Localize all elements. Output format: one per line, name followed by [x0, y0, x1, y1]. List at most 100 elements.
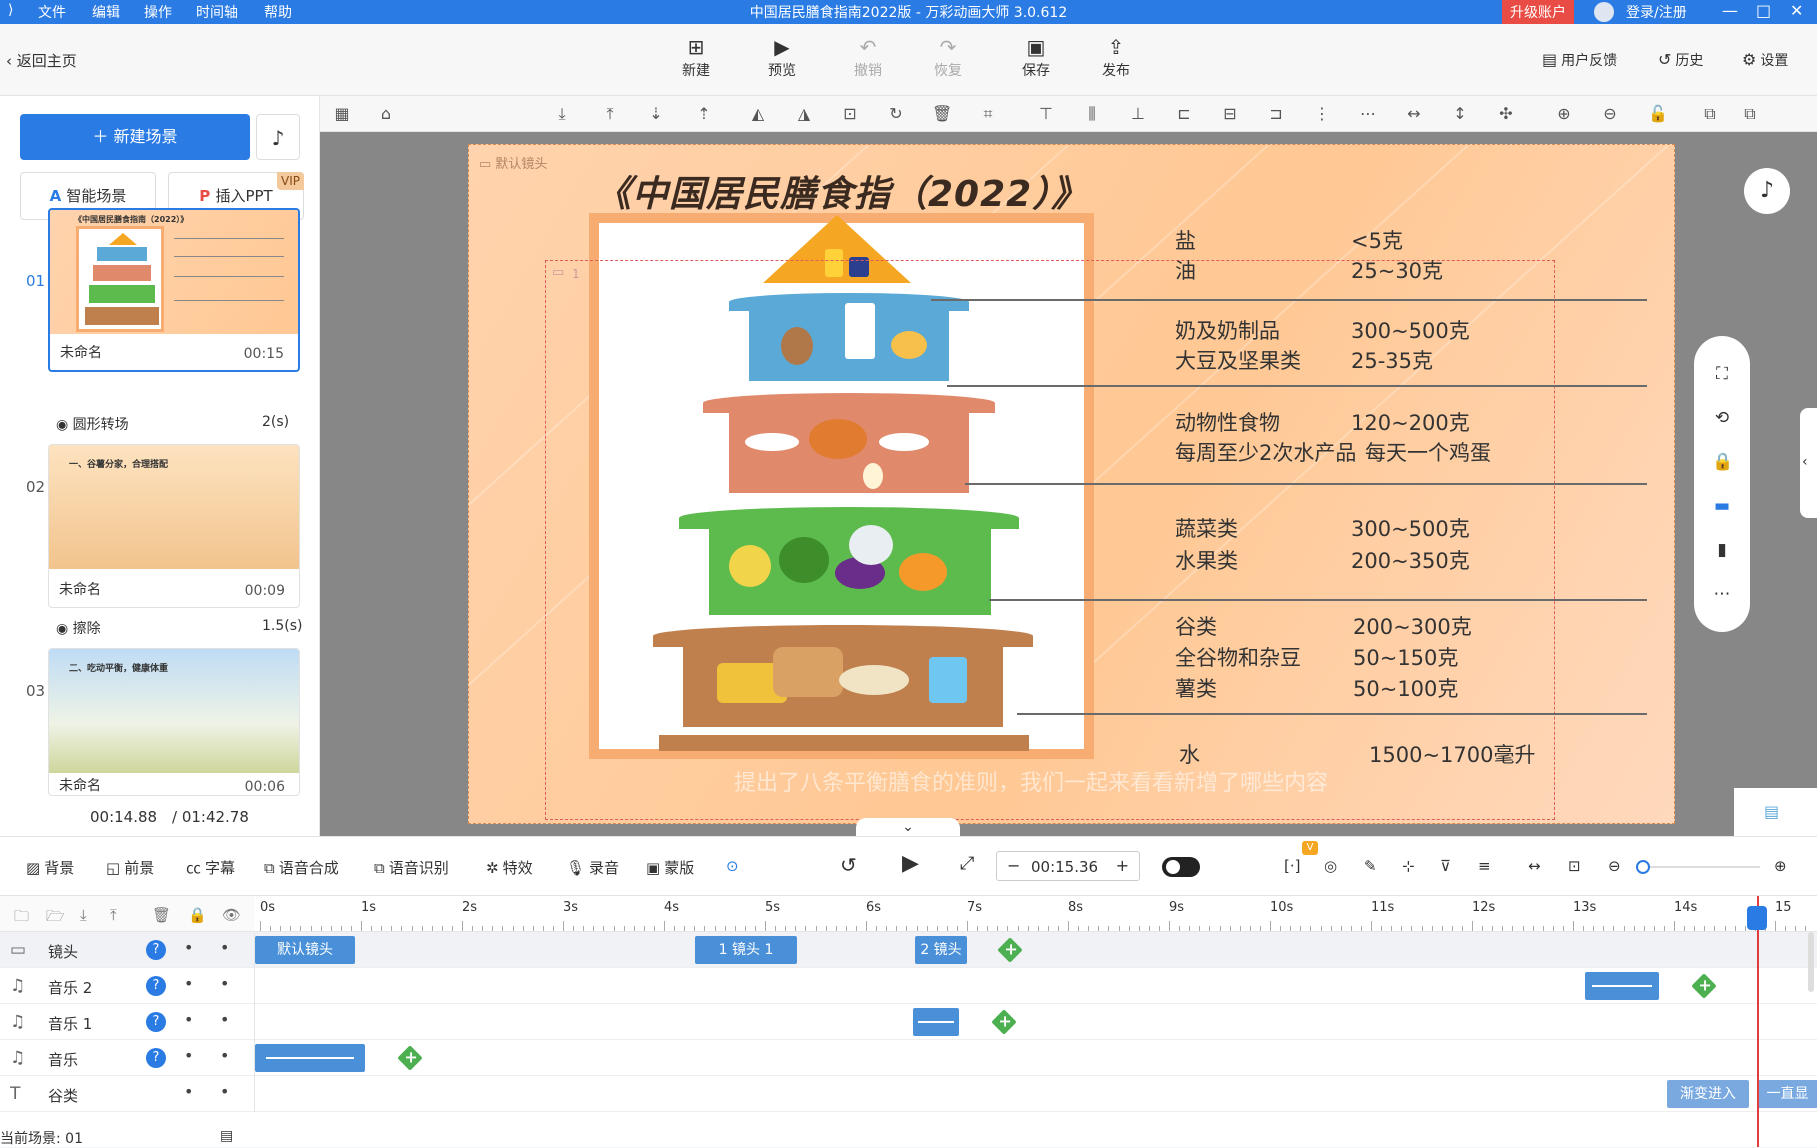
scene-card-01[interactable]: 《中国居民膳食指南（2022）》 未命名 00:15 — [48, 208, 300, 372]
scene-card-02[interactable]: 一、谷薯分家，合理搭配 未命名 00:09 — [48, 444, 300, 608]
track-camera[interactable]: ▭ 镜头 ? • • 默认镜头 1 镜头 1 2 镜头 — [0, 932, 1817, 968]
unlock-icon[interactable]: 🔓 — [1648, 104, 1668, 124]
same-width-icon[interactable]: ↔ — [1404, 104, 1424, 124]
crop-icon[interactable]: ⌗ — [978, 104, 998, 124]
ratio-icon[interactable]: ⊡ — [1568, 857, 1581, 875]
fit-timeline-icon[interactable]: ↔ — [1528, 857, 1541, 875]
track-lane[interactable] — [254, 968, 1817, 1004]
audio-clip[interactable] — [1585, 972, 1659, 1000]
audio-clip[interactable] — [913, 1008, 959, 1036]
move-up-icon[interactable]: ⤒ — [110, 906, 117, 924]
track-music-2[interactable]: ♫ 音乐 2 ? • • — [0, 968, 1817, 1004]
delete-icon[interactable]: 🗑 — [932, 104, 952, 124]
guide-value[interactable]: 200~300克 — [1353, 611, 1472, 641]
back-home-link[interactable]: ‹ 返回主页 — [6, 50, 77, 71]
minimize-icon[interactable]: — — [1722, 1, 1738, 20]
speech-recognition-button[interactable]: ⧉ 语音识别 — [374, 857, 449, 878]
zoom-out-icon[interactable]: ⊖ — [1600, 104, 1620, 124]
feedback-button[interactable]: ▤ 用户反馈 — [1542, 50, 1617, 70]
scene-canvas[interactable]: ▭ 默认镜头 《中国居民膳食指（2022）》 ▭ 1 盐 <5克 油 25~30… — [468, 144, 1675, 824]
lock-icon[interactable]: 🔒 — [1712, 452, 1733, 472]
track-music[interactable]: ♫ 音乐 ? • • — [0, 1040, 1817, 1076]
mask-button[interactable]: ▣ 蒙版 — [646, 857, 694, 878]
edit-icon[interactable]: ✎ — [1364, 857, 1377, 875]
subtitle-text[interactable]: 提出了八条平衡膳食的准则，我们一起来看看新增了哪些内容 — [734, 765, 1328, 797]
close-icon[interactable]: ✕ — [1790, 1, 1803, 20]
camera-clip[interactable]: 2 镜头 — [915, 936, 967, 964]
zoom-slider[interactable] — [1640, 866, 1760, 868]
background-button[interactable]: ▨ 背景 — [26, 857, 74, 878]
collapse-timeline-button[interactable]: ⌄ — [856, 818, 960, 836]
track-text-grains[interactable]: T 谷类 • • 渐变进入 一直显 — [0, 1076, 1817, 1112]
preview-button[interactable]: ▶ 预览 — [754, 34, 810, 80]
eye-icon[interactable]: 👁 — [222, 906, 241, 924]
visibility-dot[interactable]: • — [184, 1010, 193, 1029]
add-keyframe-button[interactable] — [1691, 973, 1717, 999]
minimap-button[interactable]: ▤ — [1734, 788, 1817, 836]
add-keyframe-button[interactable] — [397, 1045, 423, 1071]
animation-clip[interactable]: 一直显 — [1757, 1080, 1817, 1108]
same-size-icon[interactable]: ✣ — [1496, 104, 1516, 124]
guide-value[interactable]: 300~500克 — [1351, 315, 1470, 345]
guide-value[interactable]: 每天一个鸡蛋 — [1365, 437, 1491, 467]
login-link[interactable]: 登录/注册 — [1626, 2, 1687, 22]
replay-icon[interactable]: ↺ — [840, 853, 857, 877]
help-icon[interactable]: ? — [146, 1048, 166, 1068]
subtitle-button[interactable]: ㏄字幕 — [186, 857, 235, 878]
effects-button[interactable]: ✲ 特效 — [486, 857, 533, 878]
align-middle-icon[interactable]: ⫼ — [1082, 104, 1102, 124]
transition-item[interactable]: ◉ 擦除 1.5(s) — [56, 618, 302, 638]
lock-dot[interactable]: • — [220, 974, 229, 993]
lock-icon[interactable]: 🔒 — [188, 906, 207, 924]
zoom-in-icon[interactable]: ⊕ — [1774, 857, 1787, 875]
history-button[interactable]: ↺ 历史 — [1658, 50, 1703, 70]
maximize-icon[interactable]: □ — [1756, 1, 1771, 20]
format-painter-icon[interactable]: ▦ — [332, 104, 352, 124]
guide-name[interactable]: 盐 — [1175, 225, 1196, 255]
scene-list-icon[interactable]: ▤ — [220, 1128, 233, 1144]
help-icon[interactable]: ? — [146, 1012, 166, 1032]
plus-icon[interactable]: + — [1116, 856, 1129, 875]
rotate-icon[interactable]: ↻ — [886, 104, 906, 124]
guide-name[interactable]: 蔬菜类 — [1175, 513, 1238, 543]
lock-dot[interactable]: • — [220, 1082, 229, 1101]
fit-screen-icon[interactable]: ⛶ — [1712, 364, 1732, 384]
avatar[interactable] — [1594, 2, 1614, 22]
vertical-scrollbar[interactable] — [1808, 932, 1814, 992]
settings-button[interactable]: ⚙ 设置 — [1742, 50, 1788, 70]
lock-dot[interactable]: • — [220, 1010, 229, 1029]
lock-dot[interactable]: • — [220, 938, 229, 957]
undo-button[interactable]: ↶ 撤销 — [840, 34, 896, 80]
home-icon[interactable]: ⌂ — [376, 104, 396, 124]
guide-value[interactable]: 200~350克 — [1351, 545, 1470, 575]
portrait-icon[interactable]: ▮ — [1712, 540, 1732, 560]
landscape-icon[interactable]: ▬ — [1712, 496, 1732, 516]
redo-button[interactable]: ↷ 恢复 — [920, 34, 976, 80]
paste-icon[interactable]: ⧉ — [1740, 104, 1760, 124]
guide-value[interactable]: 25~30克 — [1351, 255, 1443, 285]
track-lane[interactable] — [254, 1004, 1817, 1040]
zoom-in-icon[interactable]: ⊕ — [1554, 104, 1574, 124]
guide-name[interactable]: 全谷物和杂豆 — [1175, 642, 1301, 672]
guide-name[interactable]: 奶及奶制品 — [1175, 315, 1280, 345]
track-lane[interactable]: 默认镜头 1 镜头 1 2 镜头 — [254, 932, 1817, 968]
time-ruler[interactable]: 0s 1s 2s 3s 4s 5s 6s 7s 8s 9s 10s 11s 12s 13s 14s 15 — [254, 896, 1817, 932]
distribute-v-icon[interactable]: ⋯ — [1358, 104, 1378, 124]
help-icon[interactable]: ? — [146, 940, 166, 960]
guide-value[interactable]: <5克 — [1351, 225, 1403, 255]
guide-name[interactable]: 油 — [1175, 255, 1196, 285]
lock-icon[interactable]: ⊡ — [840, 104, 860, 124]
distribute-h-icon[interactable]: ⋮ — [1312, 104, 1332, 124]
camera-clip[interactable]: 1 镜头 1 — [695, 936, 797, 964]
guide-name[interactable]: 大豆及坚果类 — [1175, 345, 1301, 375]
tts-button[interactable]: ⧉ 语音合成 — [264, 857, 339, 878]
new-folder-icon[interactable]: 🗁 — [46, 906, 65, 931]
move-down-icon[interactable]: ⤓ — [80, 906, 87, 924]
playhead-handle[interactable] — [1747, 906, 1767, 930]
playhead[interactable] — [1757, 896, 1759, 1147]
move-up-icon[interactable]: ⇡ — [694, 104, 714, 124]
align-bottom-icon[interactable]: ⊥ — [1128, 104, 1148, 124]
move-bottom-icon[interactable]: ⤓ — [552, 104, 572, 124]
folder-icon[interactable]: 🗀 — [14, 906, 29, 931]
guide-name[interactable]: 每周至少2次水产品 — [1175, 437, 1356, 467]
